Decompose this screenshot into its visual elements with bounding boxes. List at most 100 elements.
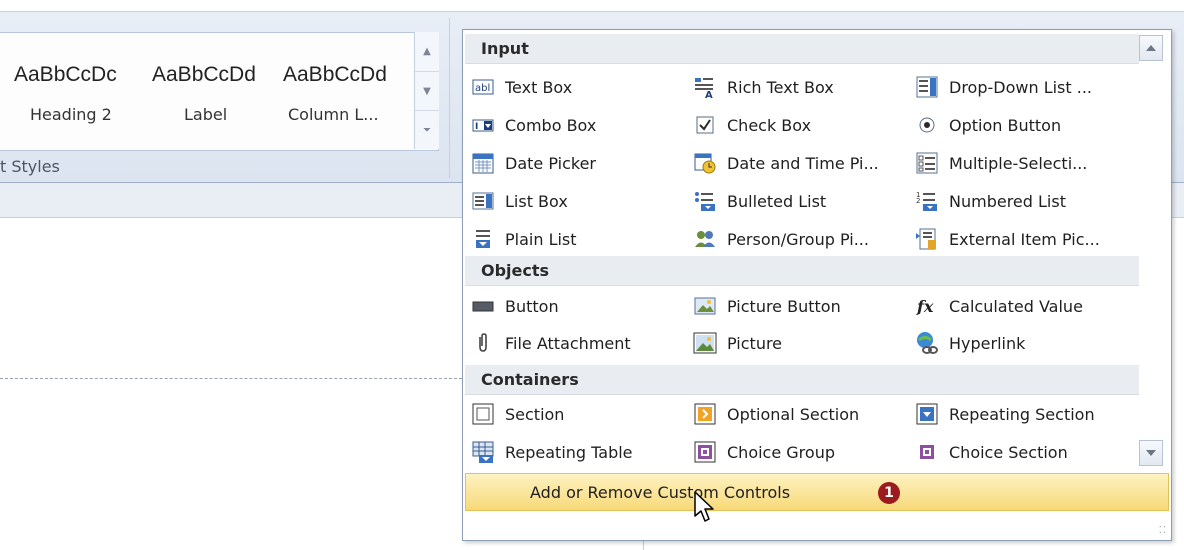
- control-button[interactable]: Button: [471, 290, 559, 322]
- control-picture-button[interactable]: Picture Button: [693, 290, 841, 322]
- control-label: Combo Box: [505, 115, 597, 135]
- svg-text:abl: abl: [475, 83, 490, 94]
- control-label: Date Picker: [505, 153, 596, 173]
- control-choice-group[interactable]: Choice Group: [693, 436, 835, 468]
- control-plain-list[interactable]: Plain List: [471, 223, 577, 255]
- control-label: Drop-Down List ...: [949, 77, 1092, 97]
- control-person-group-picker[interactable]: Person/Group Pi...: [693, 223, 869, 255]
- control-external-item-picker[interactable]: External Item Pic...: [915, 223, 1100, 255]
- control-list-box[interactable]: List Box: [471, 185, 568, 217]
- control-label: Text Box: [505, 77, 573, 97]
- rich-text-box-icon: A: [693, 75, 717, 101]
- gallery-more-button[interactable]: ⏷: [415, 110, 439, 150]
- svg-text:fx: fx: [916, 297, 934, 316]
- more-icon: ⏷: [423, 125, 431, 136]
- add-remove-label: Add or Remove Custom Controls: [530, 482, 791, 502]
- control-section[interactable]: Section: [471, 398, 564, 430]
- control-label: Hyperlink: [949, 333, 1026, 353]
- control-picture[interactable]: Picture: [693, 327, 782, 359]
- control-drop-down-list[interactable]: Drop-Down List ...: [915, 71, 1092, 103]
- option-button-icon: [915, 113, 939, 137]
- control-label: Choice Group: [727, 442, 835, 462]
- svg-text:A: A: [705, 90, 713, 99]
- control-bulleted-list[interactable]: Bulleted List: [693, 185, 826, 217]
- plain-list-icon: [471, 227, 495, 251]
- control-label: Section: [505, 404, 565, 424]
- control-label: Rich Text Box: [727, 77, 834, 97]
- callout-badge: 1: [878, 482, 900, 504]
- menu-scroll-down-button[interactable]: [1139, 440, 1163, 466]
- choice-group-icon: [693, 440, 717, 464]
- section-header-containers: Containers: [465, 365, 1139, 395]
- control-text-box[interactable]: abl Text Box: [471, 71, 572, 103]
- control-label: Plain List: [505, 229, 577, 249]
- styles-gallery: AaBbCcDc AaBbCcDd AaBbCcDd Heading 2 Lab…: [0, 32, 439, 151]
- gallery-scrollbar: ▲ ▼ ⏷: [414, 32, 439, 149]
- styles-group-label: t Styles: [0, 157, 60, 176]
- control-label: Button: [505, 296, 559, 316]
- control-label: Optional Section: [727, 404, 860, 424]
- style-sample-2[interactable]: AaBbCcDd: [152, 63, 256, 87]
- control-option-button[interactable]: Option Button: [915, 109, 1061, 141]
- drop-down-list-icon: [915, 75, 939, 99]
- control-label: Choice Section: [949, 442, 1068, 462]
- chevron-down-icon: [1146, 450, 1156, 456]
- control-check-box[interactable]: Check Box: [693, 109, 811, 141]
- svg-text:2: 2: [916, 197, 920, 205]
- control-repeating-section[interactable]: Repeating Section: [915, 398, 1095, 430]
- control-label: File Attachment: [505, 333, 631, 353]
- person-group-picker-icon: [693, 227, 717, 251]
- controls-dropdown: Input abl Text Box A Rich Text Box Drop-…: [462, 29, 1172, 541]
- gallery-scroll-down-button[interactable]: ▼: [415, 71, 439, 111]
- numbered-list-icon: 12: [915, 189, 939, 213]
- ribbon-separator: [449, 18, 450, 178]
- control-numbered-list[interactable]: 12 Numbered List: [915, 185, 1066, 217]
- control-multiple-selection-list[interactable]: Multiple-Selecti...: [915, 147, 1087, 179]
- external-item-picker-icon: [915, 227, 939, 251]
- combo-box-icon: I: [471, 113, 495, 137]
- control-label: Date and Time Pi...: [727, 153, 879, 173]
- control-hyperlink[interactable]: Hyperlink: [915, 327, 1025, 359]
- form-dashed-line: [0, 378, 462, 379]
- style-name-heading-2[interactable]: Heading 2: [30, 105, 112, 124]
- picture-button-icon: [693, 294, 717, 318]
- style-sample-3[interactable]: AaBbCcDd: [283, 63, 387, 87]
- chevron-up-icon: [1146, 45, 1156, 51]
- section-header-objects: Objects: [465, 256, 1139, 286]
- control-repeating-table[interactable]: Repeating Table: [471, 436, 633, 468]
- control-file-attachment[interactable]: File Attachment: [471, 327, 631, 359]
- control-label: Multiple-Selecti...: [949, 153, 1088, 173]
- resize-grip-icon[interactable]: ⁚⁚: [1159, 525, 1167, 536]
- picture-icon: [693, 331, 717, 355]
- hyperlink-icon: [915, 331, 939, 355]
- control-optional-section[interactable]: Optional Section: [693, 398, 859, 430]
- menu-scroll-up-button[interactable]: [1139, 35, 1163, 61]
- control-label: Option Button: [949, 115, 1062, 135]
- date-time-picker-icon: [693, 151, 717, 175]
- control-label: List Box: [505, 191, 568, 211]
- optional-section-icon: [693, 402, 717, 426]
- style-name-label[interactable]: Label: [184, 105, 227, 124]
- control-label: Repeating Section: [949, 404, 1095, 424]
- chevron-up-icon: ▲: [423, 46, 431, 57]
- control-calculated-value[interactable]: fx Calculated Value: [915, 290, 1083, 322]
- add-remove-custom-controls-button[interactable]: Add or Remove Custom Controls 1: [465, 473, 1169, 511]
- text-box-icon: abl: [471, 75, 495, 99]
- control-rich-text-box[interactable]: A Rich Text Box: [693, 71, 834, 103]
- control-label: Check Box: [727, 115, 812, 135]
- control-date-time-picker[interactable]: Date and Time Pi...: [693, 147, 879, 179]
- mouse-pointer-icon: [694, 491, 714, 522]
- gallery-scroll-up-button[interactable]: ▲: [415, 32, 439, 71]
- control-label: Numbered List: [949, 191, 1066, 211]
- choice-section-icon: [915, 440, 939, 464]
- control-label: Picture Button: [727, 296, 841, 316]
- date-picker-icon: [471, 151, 495, 175]
- control-label: Bulleted List: [727, 191, 827, 211]
- style-sample-1[interactable]: AaBbCcDc: [14, 63, 142, 87]
- control-choice-section[interactable]: Choice Section: [915, 436, 1068, 468]
- control-label: Picture: [727, 333, 783, 353]
- button-icon: [471, 294, 495, 318]
- control-date-picker[interactable]: Date Picker: [471, 147, 596, 179]
- style-name-column[interactable]: Column L...: [288, 105, 379, 124]
- control-combo-box[interactable]: I Combo Box: [471, 109, 596, 141]
